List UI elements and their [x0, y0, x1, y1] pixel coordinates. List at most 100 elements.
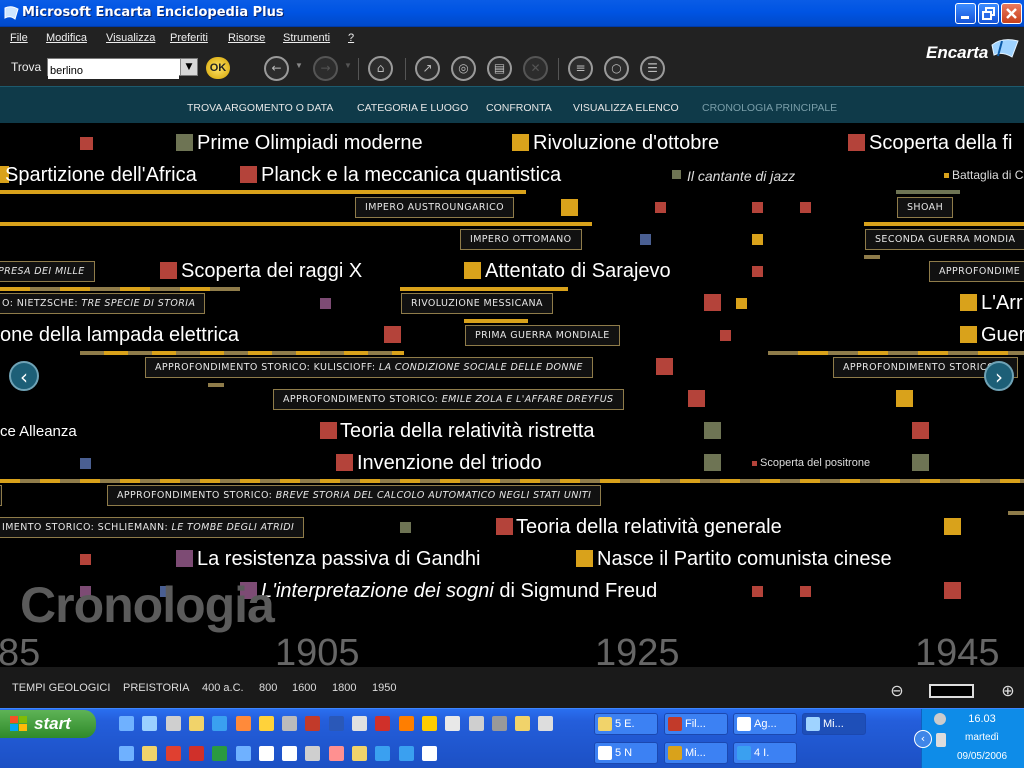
event-marker[interactable]	[944, 518, 961, 535]
event-marker[interactable]	[640, 234, 651, 245]
quick-launch-icon[interactable]	[491, 716, 507, 731]
event-marker[interactable]	[752, 461, 757, 466]
event-marker[interactable]	[960, 326, 977, 343]
quick-launch-icon[interactable]	[188, 716, 204, 731]
event-triodo[interactable]: Invenzione del triodo	[357, 451, 542, 475]
forward-history-icon[interactable]: ▼	[344, 61, 352, 70]
event-marker[interactable]	[800, 586, 811, 597]
minimize-button[interactable]	[955, 3, 976, 24]
event-freud[interactable]: L'interpretazione dei sogni di Sigmund F…	[261, 579, 657, 603]
quick-launch-icon[interactable]	[119, 746, 134, 761]
quick-launch-icon[interactable]	[421, 716, 437, 731]
label-nietzsche[interactable]: O: NIETZSCHE: TRE SPECIE DI STORIA	[0, 293, 206, 314]
quick-launch-icon[interactable]	[142, 746, 158, 761]
quick-launch-icon[interactable]	[142, 716, 158, 731]
task-filezilla[interactable]: Fil...	[664, 713, 728, 735]
event-marker[interactable]	[655, 202, 666, 213]
back-button[interactable]: ←	[264, 56, 289, 81]
event-guer[interactable]: Guer	[981, 323, 1024, 347]
ok-button[interactable]: OK	[206, 57, 230, 79]
menu-preferiti[interactable]: Preferiti	[170, 32, 208, 44]
event-marker[interactable]	[752, 234, 763, 245]
event-prime-olimpiadi[interactable]: Prime Olimpiadi moderne	[197, 131, 423, 155]
home-button[interactable]: ⌂	[368, 56, 393, 81]
quick-launch-icon[interactable]	[328, 716, 344, 731]
event-marker[interactable]	[720, 330, 731, 341]
event-marker[interactable]	[752, 202, 763, 213]
event-marker[interactable]	[656, 358, 673, 375]
nav-categoria-luogo[interactable]: CATEGORIA E LUOGO	[357, 102, 468, 114]
quick-launch-icon[interactable]	[188, 746, 204, 761]
scale-tempi-geologici[interactable]: TEMPI GEOLOGICI	[12, 682, 110, 694]
task-folder-5e[interactable]: 5 E.	[594, 713, 658, 735]
label-rivoluzione-messicana[interactable]: RIVOLUZIONE MESSICANA	[401, 293, 553, 314]
event-marker[interactable]	[80, 554, 91, 565]
event-marker[interactable]	[336, 454, 353, 471]
task-notepad-5n[interactable]: 5 N	[594, 742, 658, 764]
event-sarajevo[interactable]: Attentato di Sarajevo	[485, 259, 671, 283]
quick-launch-icon[interactable]	[375, 746, 391, 761]
label-kuliscioff[interactable]: APPROFONDIMENTO STORICO: KULISCIOFF: LA …	[145, 357, 593, 378]
quick-launch-icon[interactable]	[258, 716, 274, 731]
event-marker[interactable]	[688, 390, 705, 407]
scroll-right-button[interactable]: ›	[984, 361, 1014, 391]
quick-launch-icon[interactable]	[328, 746, 344, 761]
nav-confronta[interactable]: CONFRONTA	[486, 102, 552, 114]
scale-800[interactable]: 800	[259, 682, 277, 694]
event-marker[interactable]	[912, 454, 929, 471]
menu-help[interactable]: ?	[348, 32, 354, 44]
label-impero-austroungarico[interactable]: IMPERO AUSTROUNGARICO	[355, 197, 515, 218]
event-marker[interactable]	[400, 522, 411, 533]
label-prima-guerra-mondiale[interactable]: PRIMA GUERRA MONDIALE	[465, 325, 620, 346]
event-battaglia-cas[interactable]: Battaglia di Cas	[952, 168, 1024, 183]
scale-1600[interactable]: 1600	[292, 682, 316, 694]
quick-launch-icon[interactable]	[421, 746, 437, 761]
quick-launch-icon[interactable]	[352, 746, 367, 761]
event-arr[interactable]: L'Arr	[981, 291, 1023, 315]
quick-launch-icon[interactable]	[398, 746, 414, 761]
forward-button[interactable]: →	[313, 56, 338, 81]
quick-launch-icon[interactable]	[119, 716, 134, 731]
quick-launch-icon[interactable]	[235, 716, 251, 731]
scale-1950[interactable]: 1950	[372, 682, 396, 694]
event-marker[interactable]	[176, 550, 193, 567]
scale-1800[interactable]: 1800	[332, 682, 356, 694]
event-lampada-elettrica[interactable]: one della lampada elettrica	[0, 323, 239, 347]
event-relativita-generale[interactable]: Teoria della relatività generale	[516, 515, 782, 539]
label-fragment[interactable]	[0, 485, 2, 506]
quick-launch-icon[interactable]	[282, 716, 298, 731]
event-marker[interactable]	[672, 170, 681, 179]
event-rivoluzione-ottobre[interactable]: Rivoluzione d'ottobre	[533, 131, 719, 155]
event-alleanza[interactable]: ce Alleanza	[0, 423, 77, 441]
event-marker[interactable]	[704, 422, 721, 439]
menu-modifica[interactable]: Modifica	[46, 32, 87, 44]
event-marker[interactable]	[464, 262, 481, 279]
event-marker[interactable]	[160, 262, 177, 279]
quick-launch-icon[interactable]	[235, 746, 251, 761]
menu-risorse[interactable]: Risorse	[228, 32, 265, 44]
quick-launch-icon[interactable]	[468, 716, 484, 731]
quick-launch-icon[interactable]	[538, 716, 554, 731]
event-marker[interactable]	[80, 458, 91, 469]
zoom-in-button[interactable]: ⊕	[999, 681, 1017, 700]
event-marker[interactable]	[800, 202, 811, 213]
label-approfondimento[interactable]: APPROFONDIME	[929, 261, 1024, 282]
menu-strumenti[interactable]: Strumenti	[283, 32, 330, 44]
task-ie-4i[interactable]: 4 I.	[733, 742, 797, 764]
event-marker[interactable]	[704, 454, 721, 471]
event-marker[interactable]	[496, 518, 513, 535]
tools-button[interactable]: ✕	[523, 56, 548, 81]
event-marker[interactable]	[960, 294, 977, 311]
quick-launch-icon[interactable]	[212, 716, 228, 731]
restore-button[interactable]	[978, 3, 999, 24]
event-marker[interactable]	[320, 422, 337, 439]
task-encarta[interactable]: Mi...	[802, 713, 866, 735]
event-marker[interactable]	[944, 173, 949, 178]
label-shoah[interactable]: SHOAH	[897, 197, 954, 218]
scale-preistoria[interactable]: PREISTORIA	[123, 682, 189, 694]
task-mi[interactable]: Mi...	[664, 742, 728, 764]
label-presa-dei-mille[interactable]: PRESA DEI MILLE	[0, 261, 95, 282]
event-marker[interactable]	[736, 298, 747, 309]
label-zola-dreyfus[interactable]: APPROFONDIMENTO STORICO: EMILE ZOLA E L'…	[273, 389, 624, 410]
web-button[interactable]: ◎	[451, 56, 476, 81]
